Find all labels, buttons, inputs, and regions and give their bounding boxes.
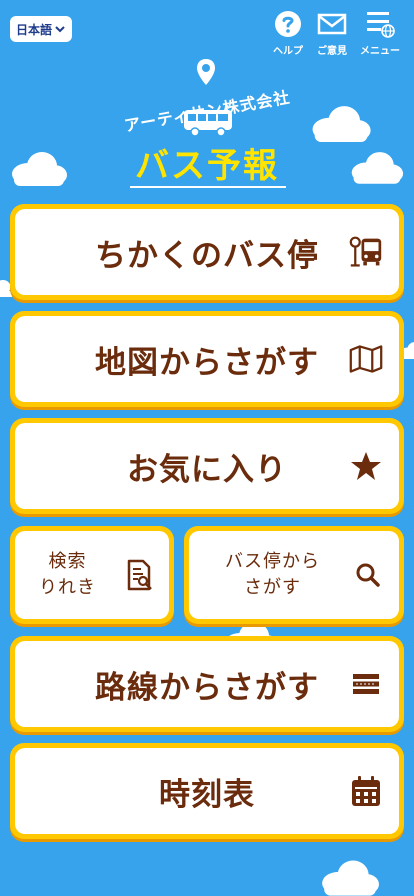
- favorites-button[interactable]: お気に入り: [10, 418, 404, 514]
- app-title: バス予報: [135, 146, 279, 186]
- history-label: 検索 りれき: [39, 551, 96, 598]
- calendar-icon: [349, 774, 383, 808]
- chevron-down-icon: [55, 26, 65, 33]
- cloud-decoration: [322, 860, 379, 896]
- search-map-button[interactable]: 地図からさがす: [10, 311, 404, 407]
- star-icon: [349, 449, 383, 483]
- menu-label: メニュー: [360, 46, 400, 57]
- timetable-label: 時刻表: [159, 776, 255, 813]
- language-value: 日本語: [16, 22, 53, 37]
- bus-stop-icon: [349, 235, 383, 269]
- help-label: ヘルプ: [273, 46, 303, 57]
- feedback-label: ご意見: [317, 46, 347, 57]
- history-button[interactable]: 検索 りれき: [10, 526, 174, 624]
- nearby-stops-label: ちかくのバス停: [95, 237, 319, 274]
- nearby-stops-button[interactable]: ちかくのバス停: [10, 204, 404, 300]
- favorites-label: お気に入り: [127, 451, 287, 488]
- menu-button[interactable]: メニュー: [360, 8, 400, 57]
- help-icon: [275, 11, 301, 37]
- search-route-label: 路線からさがす: [95, 669, 319, 706]
- app-logo: アーティサン株式会社 バス予報: [0, 58, 414, 193]
- app-screen: 日本語 ヘルプ ご意見 メニュー バス予報 ちかくのバス停 地図からさがす お気…: [0, 0, 414, 896]
- map-icon: [349, 342, 383, 376]
- route-lines-icon: [349, 667, 383, 701]
- bus-icon: [184, 110, 232, 137]
- location-pin-icon: [197, 59, 215, 85]
- mail-icon: [317, 13, 347, 35]
- logo-underline: [130, 186, 286, 188]
- search-icon: [351, 558, 385, 592]
- help-button[interactable]: ヘルプ: [272, 8, 304, 57]
- search-stop-label: バス停から さがす: [225, 551, 320, 598]
- search-route-button[interactable]: 路線からさがす: [10, 636, 404, 732]
- timetable-button[interactable]: 時刻表: [10, 743, 404, 839]
- hamburger-globe-icon: [367, 12, 395, 38]
- language-select[interactable]: 日本語: [10, 16, 72, 42]
- feedback-button[interactable]: ご意見: [316, 8, 348, 57]
- search-stop-button[interactable]: バス停から さがす: [184, 526, 404, 624]
- history-document-icon: [123, 558, 157, 592]
- search-map-label: 地図からさがす: [95, 344, 319, 381]
